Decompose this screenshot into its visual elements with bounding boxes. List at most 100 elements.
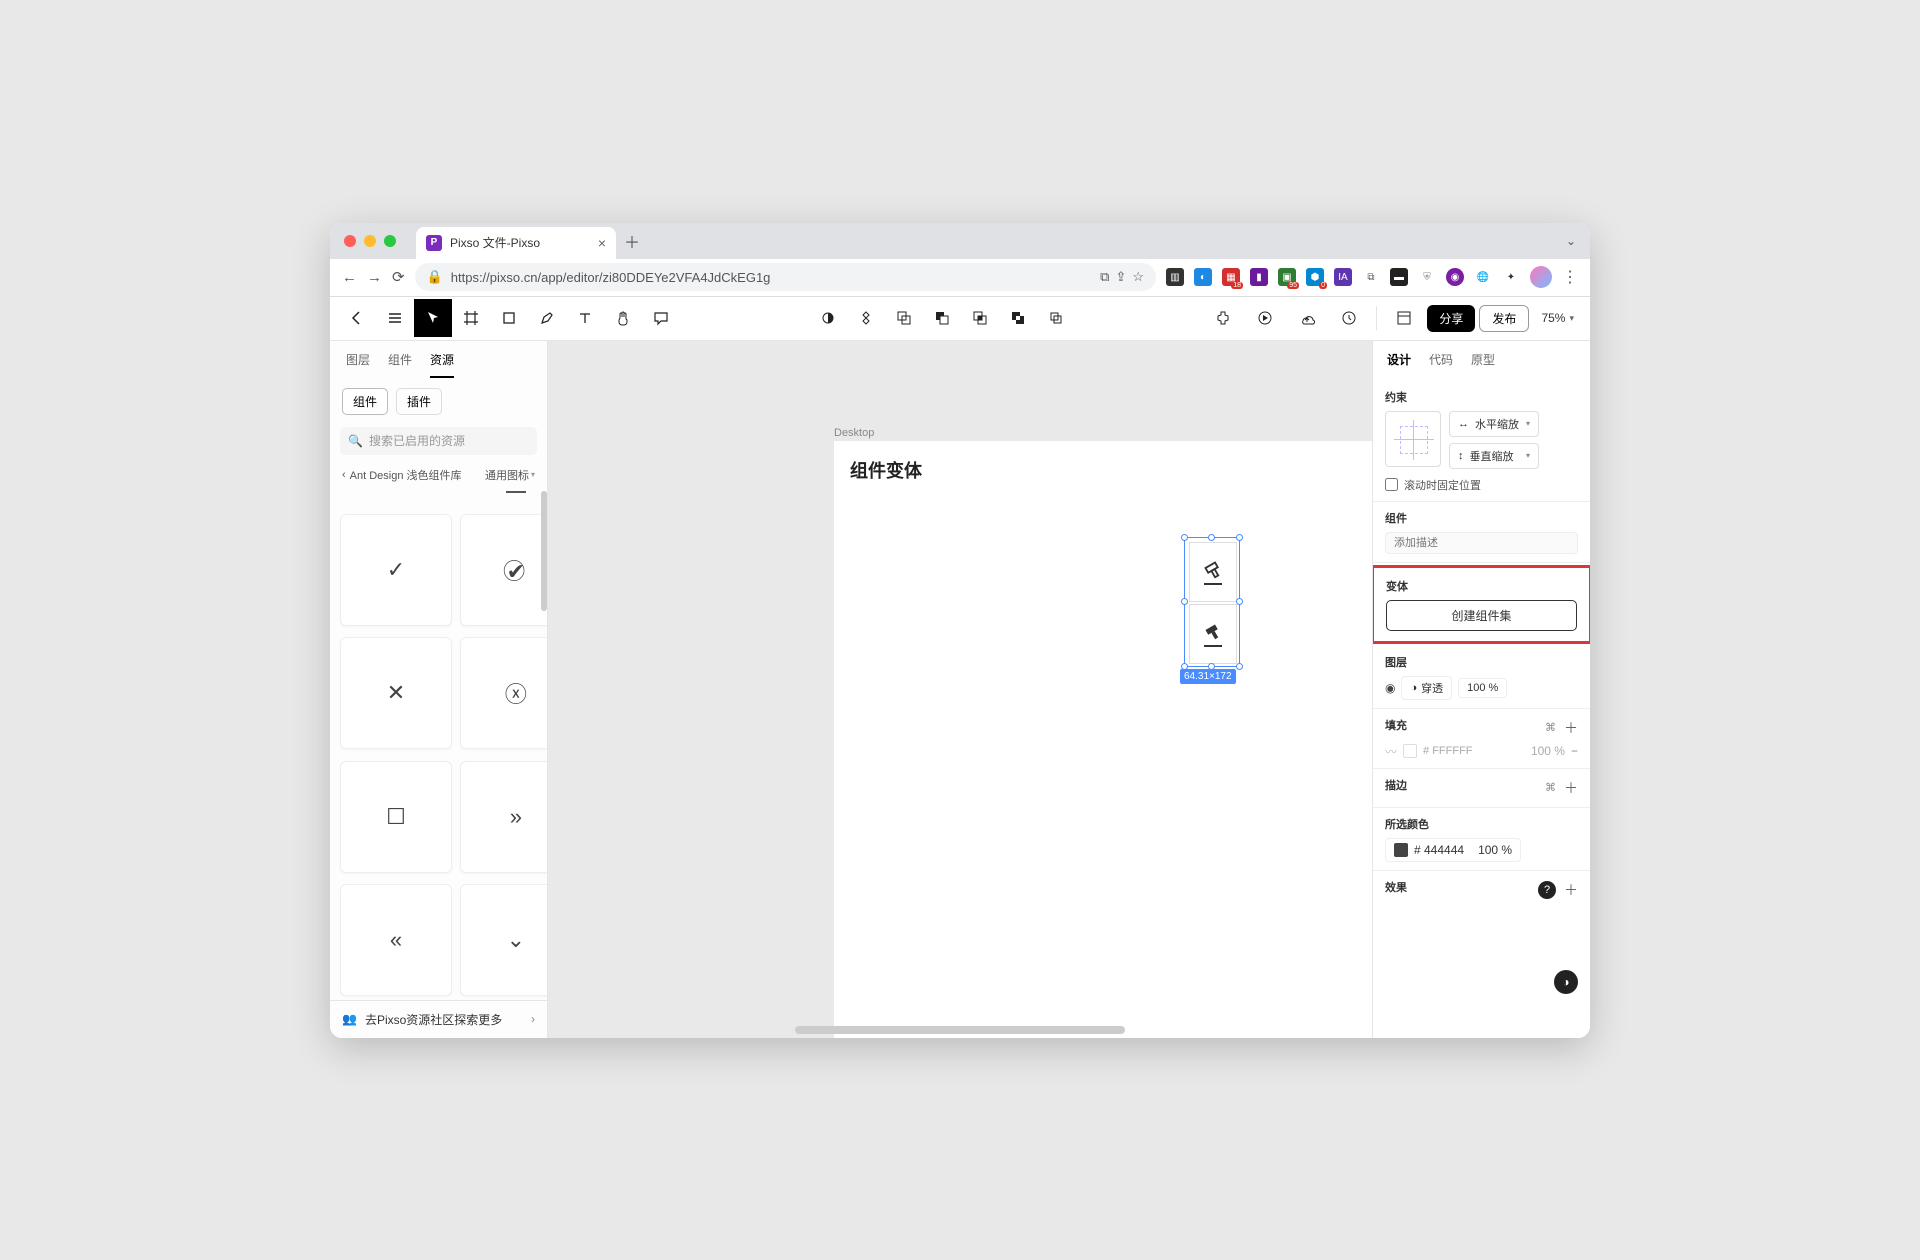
fix-scroll-checkbox[interactable]: 滚动时固定位置 [1385,477,1578,493]
chevron-left-icon[interactable]: ‹ [342,469,346,481]
selected-component-b[interactable] [1189,604,1237,664]
mask-icon[interactable] [809,299,847,337]
add-effect-button[interactable]: ＋ [1564,880,1578,900]
close-window-button[interactable] [344,235,356,247]
browser-menu-button[interactable]: ⋮ [1562,267,1578,287]
extension-icon[interactable]: ◉ [1446,268,1464,286]
category-name[interactable]: 通用图标 ▾ [485,467,535,483]
extension-icon[interactable]: ▥ [1166,268,1184,286]
theme-toggle[interactable]: ◑ [1554,970,1578,994]
tab-components[interactable]: 组件 [388,351,412,378]
add-fill-button[interactable]: ＋ [1564,718,1578,738]
profile-avatar[interactable] [1530,266,1552,288]
menu-icon[interactable] [376,299,414,337]
asset-item-check-circle[interactable]: ✔︎⃝ [460,514,547,626]
asset-item-check[interactable]: ✓ [340,514,452,626]
hidden-icon[interactable]: 〰 [1385,743,1397,760]
play-icon[interactable] [1246,299,1284,337]
visibility-icon[interactable]: ◉ [1385,681,1395,695]
library-name[interactable]: Ant Design 浅色组件库 [350,467,481,483]
extension-icon[interactable]: ⧉ [1362,268,1380,286]
text-tool[interactable] [566,299,604,337]
fill-swatch[interactable] [1403,744,1417,758]
selection-box[interactable] [1184,537,1240,667]
asset-item-close[interactable]: ✕ [340,637,452,749]
hand-tool[interactable] [604,299,642,337]
back-button[interactable]: ← [342,269,357,286]
share-button[interactable]: 分享 [1427,305,1475,332]
bookmark-icon[interactable]: ☆ [1132,269,1144,285]
tab-prototype[interactable]: 原型 [1471,351,1495,372]
pen-tool[interactable] [528,299,566,337]
close-tab-button[interactable]: × [598,235,606,251]
selected-color-chip[interactable]: # 444444 100 % [1385,838,1521,862]
fill-opacity[interactable]: 100 % [1531,744,1565,758]
extension-icon[interactable]: ◐ [1194,268,1212,286]
selected-component-a[interactable] [1189,542,1237,602]
extension-icon[interactable]: ⬢0 [1306,268,1324,286]
tab-design[interactable]: 设计 [1387,351,1411,372]
forward-button[interactable]: → [367,269,382,286]
exclude-icon[interactable] [999,299,1037,337]
asset-item-chevron-down[interactable]: ⌄ [460,884,547,996]
component-icon[interactable] [847,299,885,337]
asset-scrollbar[interactable] [541,491,547,611]
union-icon[interactable] [885,299,923,337]
shape-tool[interactable] [490,299,528,337]
frame-tool[interactable] [452,299,490,337]
share-url-icon[interactable]: ⇪ [1115,269,1126,285]
constraints-widget[interactable] [1385,411,1441,467]
new-tab-button[interactable]: ＋ [624,229,640,253]
tab-layers[interactable]: 图层 [346,351,370,378]
extension-icon[interactable]: ▬ [1390,268,1408,286]
browser-tab[interactable]: P Pixso 文件-Pixso × [416,227,616,259]
extension-icon[interactable]: ▣95 [1278,268,1296,286]
publish-button[interactable]: 发布 [1479,305,1529,332]
url-field[interactable]: 🔒 https://pixso.cn/app/editor/zi80DDEYe2… [415,263,1156,291]
subtract-icon[interactable] [923,299,961,337]
frame[interactable]: 组件变体 [834,441,1372,1038]
minimize-window-button[interactable] [364,235,376,247]
tab-code[interactable]: 代码 [1429,351,1453,372]
back-icon[interactable] [338,299,376,337]
blend-mode-select[interactable]: ◑ 穿透 [1401,676,1452,700]
remove-fill-button[interactable]: − [1571,744,1578,758]
layout-icon[interactable] [1385,299,1423,337]
stroke-styles-icon[interactable]: ⌘ [1545,781,1556,794]
move-tool[interactable] [414,299,452,337]
asset-item[interactable] [340,491,452,503]
open-new-icon[interactable]: ⧉ [1100,269,1109,285]
flatten-icon[interactable] [1037,299,1075,337]
fill-styles-icon[interactable]: ⌘ [1545,721,1556,734]
asset-item-double-right[interactable]: » [460,761,547,873]
layer-opacity-input[interactable]: 100 % [1458,678,1507,698]
asset-item-close-circle[interactable]: ⓧ [460,637,547,749]
subtab-components[interactable]: 组件 [342,388,388,415]
tab-assets[interactable]: 资源 [430,351,454,378]
comment-tool[interactable] [642,299,680,337]
canvas[interactable]: Desktop 组件变体 [548,341,1372,1038]
reload-button[interactable]: ⟳ [392,268,405,286]
intersect-icon[interactable] [961,299,999,337]
extension-icon[interactable]: ⛨ [1418,268,1436,286]
asset-item[interactable] [460,491,547,503]
tabs-overflow-button[interactable]: ⌄ [1566,234,1576,248]
maximize-window-button[interactable] [384,235,396,247]
extension-icon[interactable]: IA [1334,268,1352,286]
component-description-input[interactable] [1385,532,1578,554]
add-stroke-button[interactable]: ＋ [1564,778,1578,798]
h-constraint-select[interactable]: ↔ 水平缩放 [1449,411,1539,437]
fill-hex[interactable]: # FFFFFF [1423,745,1525,757]
frame-label[interactable]: Desktop [834,427,874,439]
extensions-menu-icon[interactable]: ✦ [1502,268,1520,286]
create-component-set-button[interactable]: 创建组件集 [1386,600,1577,631]
asset-search[interactable]: 🔍 搜索已启用的资源 [340,427,537,455]
cloud-icon[interactable] [1288,299,1326,337]
chrome-icon[interactable]: 🌐 [1474,268,1492,286]
asset-item-inbox[interactable]: ☐ [340,761,452,873]
canvas-h-scrollbar[interactable] [795,1026,1125,1034]
extension-icon[interactable]: ▦18 [1222,268,1240,286]
history-icon[interactable] [1330,299,1368,337]
v-constraint-select[interactable]: ↕ 垂直缩放 [1449,443,1539,469]
help-icon[interactable]: ? [1538,881,1556,899]
